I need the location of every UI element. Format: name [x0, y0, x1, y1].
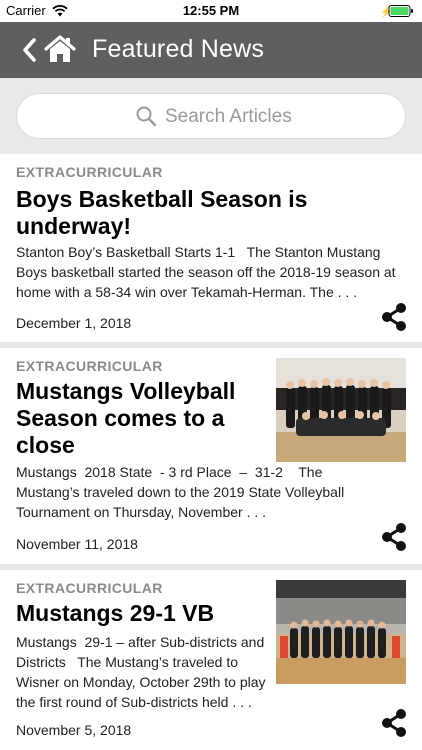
battery-icon: ⚡: [380, 5, 413, 18]
article-summary: Mustangs 2018 State - 3 rd Place – 31-2 …: [16, 464, 348, 520]
search-input[interactable]: Search Articles: [16, 93, 406, 139]
page-title: Featured News: [92, 35, 265, 63]
share-icon[interactable]: [380, 302, 408, 332]
status-time: 12:55 PM: [182, 3, 240, 18]
share-icon[interactable]: [380, 708, 408, 738]
article-date: November 5, 2018: [16, 722, 132, 738]
article-summary: Mustangs 29-1 – after Sub-districts and …: [16, 634, 270, 710]
home-icon[interactable]: [44, 35, 76, 63]
article-date: November 11, 2018: [16, 536, 138, 552]
article-category: EXTRACURRICULAR: [16, 358, 163, 374]
article-category: EXTRACURRICULAR: [16, 580, 163, 596]
article-title[interactable]: Boys Basketball Season is underway!: [16, 186, 396, 240]
article-title[interactable]: Mustangs 29-1 VB: [16, 600, 266, 627]
search-area: Search Articles: [0, 78, 422, 154]
chevron-left-icon[interactable]: [20, 37, 38, 63]
nav-bar: Featured News: [0, 22, 422, 78]
search-placeholder: Search Articles: [165, 106, 292, 127]
article-summary: Stanton Boy’s Basketball Starts 1-1 The …: [16, 244, 400, 300]
article-title[interactable]: Mustangs Volleyball Season comes to a cl…: [16, 378, 266, 459]
article-category: EXTRACURRICULAR: [16, 164, 163, 180]
article-thumbnail[interactable]: [276, 580, 406, 684]
article-thumbnail[interactable]: [276, 358, 406, 462]
article-card[interactable]: EXTRACURRICULAR Mustangs 29-1 VB Mustang…: [0, 570, 422, 750]
article-card[interactable]: EXTRACURRICULAR Boys Basketball Season i…: [0, 154, 422, 342]
article-date: December 1, 2018: [16, 315, 132, 331]
status-bar: Carrier 12:55 PM ⚡: [0, 0, 422, 22]
share-icon[interactable]: [380, 522, 408, 552]
article-card[interactable]: EXTRACURRICULAR Mustangs Volleyball Seas…: [0, 348, 422, 564]
search-icon: [136, 106, 157, 127]
